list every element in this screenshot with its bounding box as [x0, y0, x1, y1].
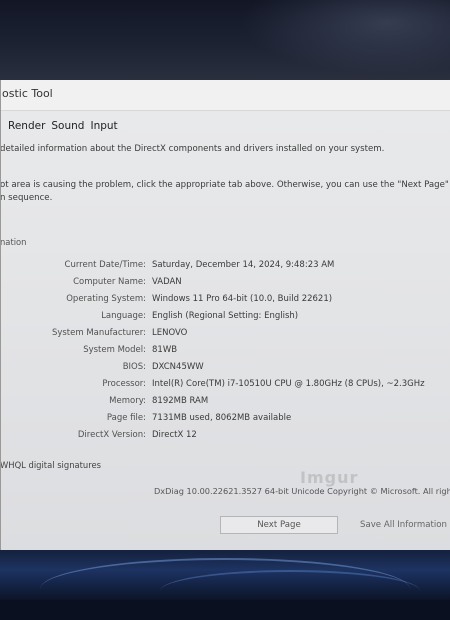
info-value: English (Regional Setting: English): [152, 310, 299, 321]
info-label: BIOS:: [122, 361, 146, 372]
info-label: Computer Name:: [73, 276, 146, 287]
next-page-button[interactable]: Next Page: [220, 516, 338, 534]
info-label: System Model:: [83, 344, 146, 355]
save-all-information-button[interactable]: Save All Information: [360, 520, 447, 530]
info-label: System Manufacturer:: [51, 327, 146, 338]
info-row-bios: BIOS: DXCN45WW: [30, 358, 450, 375]
hint-text-line-1: ot area is causing the problem, click th…: [0, 180, 450, 190]
info-label: Page file:: [106, 412, 146, 423]
info-value: DXCN45WW: [152, 361, 204, 372]
copyright-text: DxDiag 10.00.22621.3527 64-bit Unicode C…: [154, 486, 450, 496]
info-row-directx-version: DirectX Version: DirectX 12: [30, 426, 450, 443]
tab-sound[interactable]: Sound: [51, 120, 84, 132]
info-row-processor: Processor: Intel(R) Core(TM) i7-10510U C…: [30, 375, 450, 392]
info-label: Processor:: [102, 378, 146, 389]
info-row-datetime: Current Date/Time: Saturday, December 14…: [30, 256, 450, 273]
info-value: 81WB: [152, 344, 178, 355]
window-title: ostic Tool: [2, 87, 53, 100]
info-label: DirectX Version:: [77, 429, 146, 440]
info-label: Language:: [101, 310, 146, 321]
info-row-computer-name: Computer Name: VADAN: [30, 273, 450, 290]
whql-checkbox-label[interactable]: WHQL digital signatures: [0, 460, 101, 470]
info-label: Current Date/Time:: [64, 259, 146, 270]
hint-text-line-2: n sequence.: [0, 193, 53, 203]
info-value: LENOVO: [152, 327, 188, 338]
info-row-operating-system: Operating System: Windows 11 Pro 64-bit …: [30, 290, 450, 307]
info-row-language: Language: English (Regional Setting: Eng…: [30, 307, 450, 324]
window-edge: [0, 80, 1, 550]
tab-bar: Render Sound Input: [8, 120, 118, 132]
info-value: Saturday, December 14, 2024, 9:48:23 AM: [152, 259, 335, 270]
dxdiag-window: ostic Tool Render Sound Input detailed i…: [0, 80, 450, 550]
info-value: Intel(R) Core(TM) i7-10510U CPU @ 1.80GH…: [152, 378, 425, 389]
info-row-manufacturer: System Manufacturer: LENOVO: [30, 324, 450, 341]
tab-render[interactable]: Render: [8, 120, 45, 132]
intro-text: detailed information about the DirectX c…: [0, 144, 385, 154]
info-row-page-file: Page file: 7131MB used, 8062MB available: [30, 409, 450, 426]
info-value: 8192MB RAM: [152, 395, 209, 406]
info-label: Operating System:: [66, 293, 146, 304]
info-value: Windows 11 Pro 64-bit (10.0, Build 22621…: [152, 293, 333, 304]
info-row-model: System Model: 81WB: [30, 341, 450, 358]
screen-glare: [240, 0, 450, 75]
title-bar[interactable]: ostic Tool: [0, 80, 450, 111]
info-value: 7131MB used, 8062MB available: [152, 412, 292, 423]
info-row-memory: Memory: 8192MB RAM: [30, 392, 450, 409]
info-value: DirectX 12: [152, 429, 197, 440]
wallpaper-swirl-2: [160, 570, 420, 612]
tab-input[interactable]: Input: [90, 120, 117, 132]
info-label: Memory:: [109, 395, 146, 406]
info-value: VADAN: [152, 276, 182, 287]
system-info-list: Current Date/Time: Saturday, December 14…: [30, 256, 450, 443]
watermark-logo: Imgur: [300, 468, 359, 487]
system-information-group-label: nation: [0, 237, 27, 247]
